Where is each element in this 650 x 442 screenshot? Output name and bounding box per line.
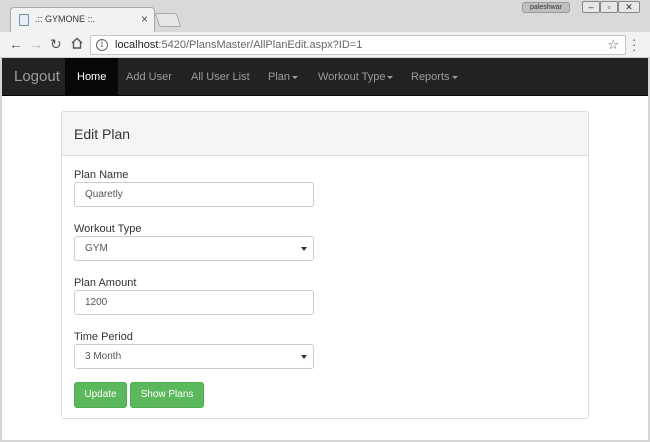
workout-type-select[interactable]: GYM <box>74 236 314 261</box>
close-window-button[interactable]: ✕ <box>618 1 640 13</box>
plan-amount-label: Plan Amount <box>74 277 137 289</box>
star-icon[interactable]: ☆ <box>607 37 619 53</box>
time-period-value: 3 Month <box>85 351 122 362</box>
browser-toolbar: ← → ↻ i localhost:5420/PlansMaster/AllPl… <box>0 32 650 58</box>
update-button[interactable]: Update <box>74 382 127 408</box>
workout-type-value: GYM <box>85 243 108 254</box>
maximize-button[interactable]: ▫ <box>600 1 618 13</box>
menu-icon[interactable]: · · · <box>632 33 636 56</box>
workout-type-label: Workout Type <box>74 223 142 235</box>
favicon-icon <box>19 14 29 26</box>
address-bar[interactable]: i localhost:5420/PlansMaster/AllPlanEdit… <box>90 35 626 55</box>
forward-icon[interactable]: → <box>29 36 43 52</box>
home-icon[interactable] <box>71 37 83 49</box>
profile-badge[interactable]: paleshwar <box>522 2 570 13</box>
nav-reports-dropdown[interactable]: Reports <box>399 58 470 96</box>
caret-down-icon <box>451 75 458 79</box>
info-icon[interactable]: i <box>96 39 108 51</box>
top-navbar: Logout Home Add User All User List Plan … <box>2 58 648 96</box>
reload-icon[interactable]: ↻ <box>50 36 62 53</box>
url-text: localhost:5420/PlansMaster/AllPlanEdit.a… <box>115 39 363 51</box>
tab-close-icon[interactable]: × <box>141 12 148 26</box>
plan-name-input[interactable] <box>74 182 314 207</box>
nav-add-user[interactable]: Add User <box>114 58 184 96</box>
dropdown-arrow-icon <box>301 247 307 251</box>
plan-name-label: Plan Name <box>74 169 129 181</box>
back-icon[interactable]: ← <box>9 36 23 52</box>
edit-plan-panel: Edit Plan Plan Name Workout Type GYM Pla… <box>61 111 589 419</box>
browser-titlebar: .:: GYMONE ::. × paleshwar ‒ ▫ ✕ <box>0 0 650 32</box>
plan-amount-input[interactable] <box>74 290 314 315</box>
page-viewport: Logout Home Add User All User List Plan … <box>2 58 648 440</box>
caret-down-icon <box>387 75 394 79</box>
minimize-button[interactable]: ‒ <box>582 1 600 13</box>
browser-tab[interactable]: .:: GYMONE ::. × <box>10 7 155 32</box>
tab-title: .:: GYMONE ::. <box>35 14 96 24</box>
time-period-select[interactable]: 3 Month <box>74 344 314 369</box>
show-plans-button[interactable]: Show Plans <box>130 382 204 408</box>
nav-plan-dropdown[interactable]: Plan <box>256 58 310 96</box>
panel-title: Edit Plan <box>74 126 131 142</box>
caret-down-icon <box>292 75 299 79</box>
nav-home[interactable]: Home <box>65 58 119 96</box>
new-tab-button[interactable] <box>154 13 182 27</box>
nav-workout-type-dropdown[interactable]: Workout Type <box>306 58 405 96</box>
time-period-label: Time Period <box>74 331 133 343</box>
dropdown-arrow-icon <box>301 355 307 359</box>
nav-all-user-list[interactable]: All User List <box>179 58 262 96</box>
panel-heading: Edit Plan <box>62 112 588 156</box>
logout-link[interactable]: Logout <box>14 68 60 85</box>
